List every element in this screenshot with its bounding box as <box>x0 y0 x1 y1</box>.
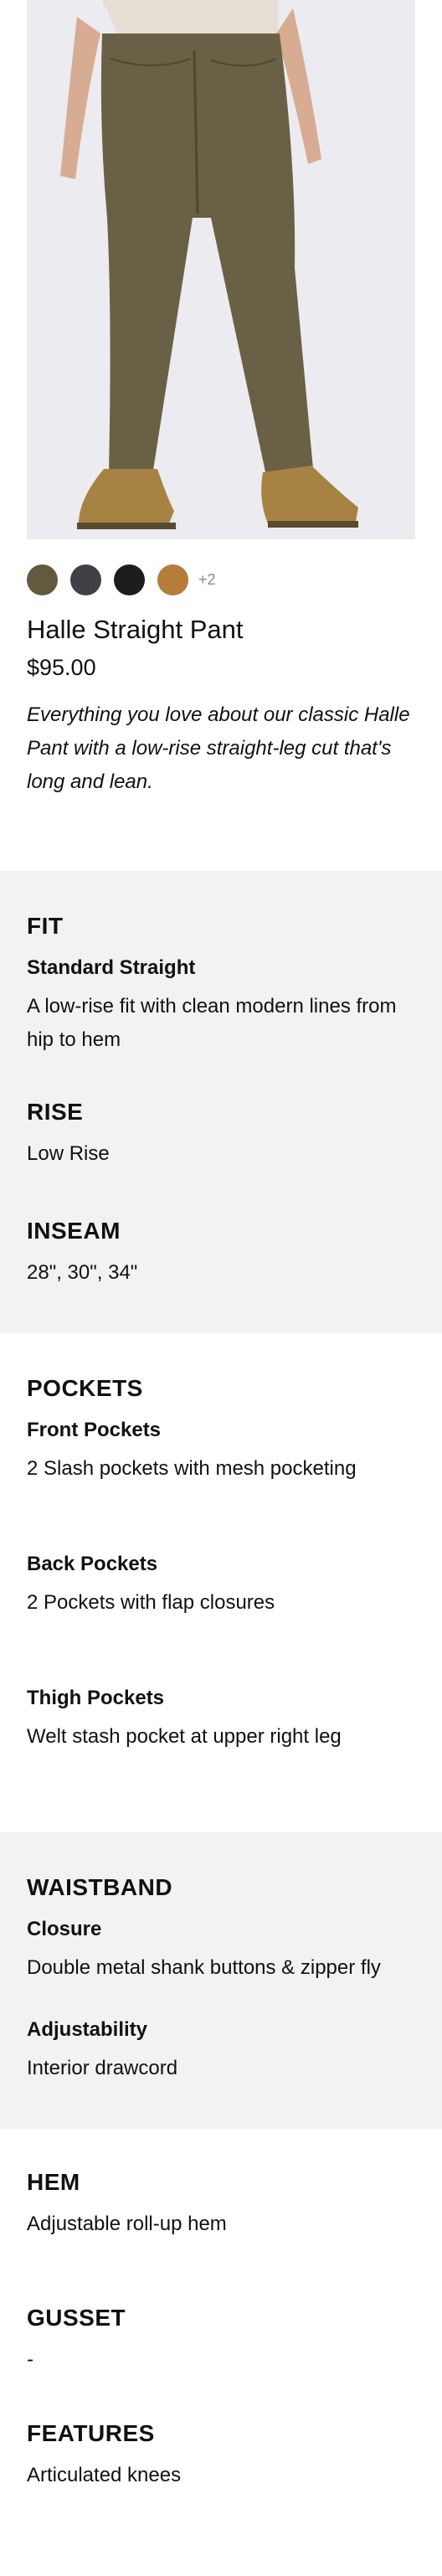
fit-subheading: Standard Straight <box>27 956 196 979</box>
waistband-heading: WAISTBAND <box>27 1874 173 1900</box>
back-pockets-label: Back Pockets <box>27 1553 158 1575</box>
adjustability-text: Interior drawcord <box>27 2057 178 2079</box>
details-section: HEM Adjustable roll-up hem GUSSET - FEAT… <box>0 2129 442 2576</box>
front-pockets-text: 2 Slash pockets with mesh pocketing <box>27 1457 357 1480</box>
more-colors-link[interactable]: +2 <box>198 571 216 589</box>
inseam-heading: INSEAM <box>27 1218 121 1244</box>
swatch-olive[interactable] <box>27 564 58 595</box>
fit-heading: FIT <box>27 913 64 939</box>
hem-text: Adjustable roll-up hem <box>27 2213 227 2235</box>
front-pockets-label: Front Pockets <box>27 1419 162 1441</box>
closure-label: Closure <box>27 1918 102 1940</box>
features-heading: FEATURES <box>27 2420 155 2446</box>
product-image[interactable] <box>27 0 415 539</box>
product-description: Everything you love about our classic Ha… <box>27 703 410 793</box>
pant-illustration <box>27 0 415 539</box>
back-pockets-text: 2 Pockets with flap closures <box>27 1591 275 1614</box>
rise-heading: RISE <box>27 1099 84 1125</box>
swatch-tan[interactable] <box>157 564 188 595</box>
gusset-heading: GUSSET <box>27 2305 126 2331</box>
gusset-text: - <box>27 2348 33 2371</box>
fit-section: FIT Standard Straight A low-rise fit wit… <box>0 871 442 1333</box>
closure-text: Double metal shank buttons & zipper fly <box>27 1956 381 1979</box>
adjustability-label: Adjustability <box>27 2018 148 2041</box>
pockets-section: POCKETS Front Pockets 2 Slash pockets wi… <box>0 1333 442 1832</box>
product-price: $95.00 <box>27 655 96 680</box>
features-text: Articulated knees <box>27 2464 182 2486</box>
product-title: Halle Straight Pant <box>27 615 244 644</box>
pockets-heading: POCKETS <box>27 1375 143 1401</box>
inseam-value: 28", 30", 34" <box>27 1261 138 1284</box>
hem-heading: HEM <box>27 2169 80 2195</box>
rise-value: Low Rise <box>27 1142 110 1165</box>
thigh-pockets-label: Thigh Pockets <box>27 1687 165 1709</box>
product-page: +2 Halle Straight Pant $95.00 Everything… <box>0 0 442 2576</box>
fit-description: A low-rise fit with clean modern lines f… <box>27 995 397 1051</box>
waistband-section: WAISTBAND Closure Double metal shank but… <box>0 1832 442 2129</box>
swatch-charcoal[interactable] <box>70 564 101 595</box>
color-swatches: +2 <box>27 563 216 596</box>
thigh-pockets-text: Welt stash pocket at upper right leg <box>27 1725 342 1748</box>
swatch-black[interactable] <box>114 564 145 595</box>
